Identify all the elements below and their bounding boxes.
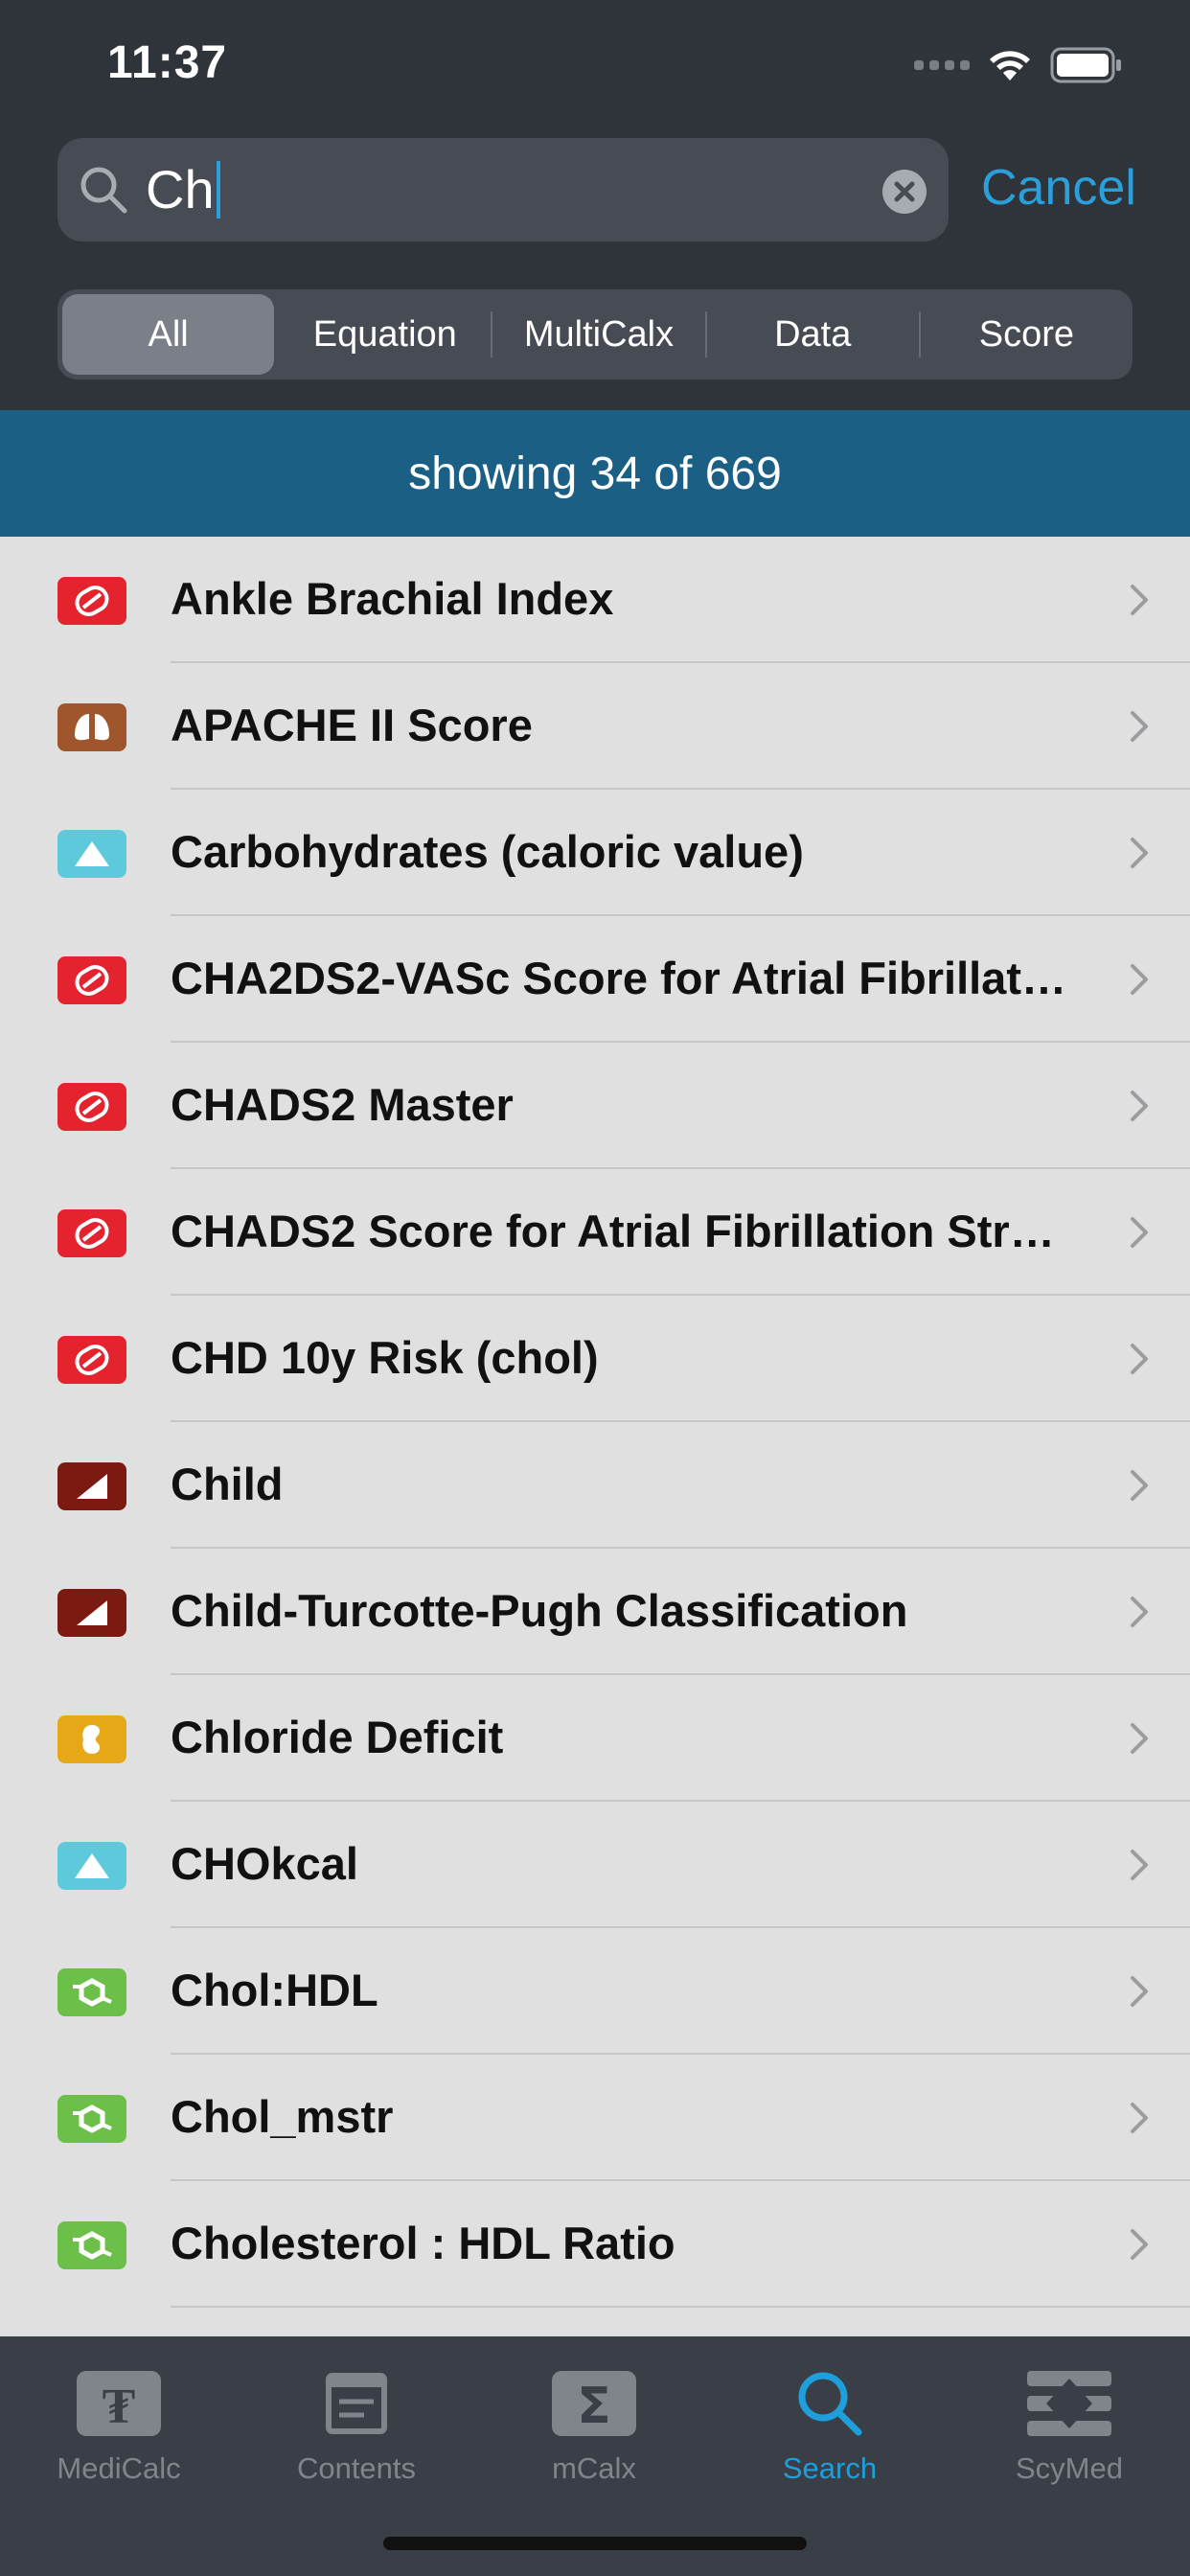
list-item-label: Carbohydrates (caloric value) (171, 826, 804, 877)
segment-data[interactable]: Data (707, 294, 919, 375)
list-item-label: Child-Turcotte-Pugh Classification (171, 1585, 908, 1636)
heart-icon (57, 577, 126, 625)
tab-contents[interactable]: Contents (261, 2356, 452, 2499)
kidney-icon (57, 1715, 126, 1763)
segment-score[interactable]: Score (921, 294, 1133, 375)
liver-icon (57, 1589, 126, 1637)
liver-icon (57, 1462, 126, 1510)
list-item[interactable]: CHADS2 Master (0, 1043, 1190, 1169)
tab-label: MediCalc (57, 2451, 181, 2485)
svg-text:Σ: Σ (577, 2378, 611, 2435)
list-item-label: APACHE II Score (171, 700, 533, 750)
list-item-label: CHD 10y Risk (chol) (171, 1332, 599, 1383)
tab-label: Contents (296, 2451, 417, 2485)
cancel-button[interactable]: Cancel (981, 153, 1136, 222)
chevron-right-icon (1129, 1342, 1152, 1381)
wifi-icon (987, 48, 1033, 82)
list-item[interactable]: Cholesterol : HDL Ratio (0, 2181, 1190, 2308)
chevron-right-icon (1129, 2227, 1152, 2266)
text-caret (216, 161, 220, 218)
sigma-icon: Σ (550, 2356, 638, 2451)
tab-mcalx[interactable]: Σ mCalx (498, 2356, 690, 2499)
list-item-label: Chol:HDL (171, 1965, 378, 2015)
list-item[interactable]: Child-Turcotte-Pugh Classification (0, 1549, 1190, 1675)
chevron-right-icon (1129, 1089, 1152, 1128)
lungs-icon (57, 703, 126, 751)
segment-multicalx[interactable]: MultiCalx (492, 294, 704, 375)
chevron-right-icon (1129, 1595, 1152, 1634)
triangle-icon (57, 1842, 126, 1890)
list-item[interactable]: Chloride Deficit (0, 1675, 1190, 1802)
status-indicators (914, 46, 1123, 84)
row-separator (171, 2306, 1190, 2308)
search-input[interactable]: Ch (146, 155, 874, 224)
chevron-right-icon (1129, 709, 1152, 748)
triangle-icon (57, 830, 126, 878)
chevron-right-icon (1129, 836, 1152, 875)
svg-text:₮: ₮ (103, 2380, 136, 2434)
list-item[interactable]: Carbohydrates (caloric value) (0, 790, 1190, 916)
heart-icon (57, 956, 126, 1004)
search-icon (793, 2356, 866, 2451)
list-item[interactable]: APACHE II Score (0, 663, 1190, 790)
segment-equation[interactable]: Equation (279, 294, 491, 375)
list-item[interactable]: Child (0, 1422, 1190, 1549)
list-item[interactable]: CHADS2 Score for Atrial Fibrillation Str… (0, 1169, 1190, 1296)
scymed-icon (1025, 2356, 1113, 2451)
list-item-label: Ankle Brachial Index (171, 573, 614, 624)
search-icon (77, 163, 130, 221)
heart-icon (57, 1209, 126, 1257)
list-item-label: CHADS2 Master (171, 1079, 514, 1130)
search-field[interactable]: Ch (57, 138, 949, 242)
filter-segmented-control: All Equation MultiCalx Data Score (57, 289, 1133, 380)
molecule-icon (57, 1968, 126, 2016)
header: 11:37 Ch Cancel All Equation MultiCalx D… (0, 0, 1190, 410)
list-item-label: CHADS2 Score for Atrial Fibrillation Str… (171, 1206, 1055, 1256)
chevron-right-icon (1129, 1468, 1152, 1507)
chevron-right-icon (1129, 1721, 1152, 1760)
status-time: 11:37 (107, 37, 228, 88)
chevron-right-icon (1129, 1215, 1152, 1254)
tab-search[interactable]: Search (734, 2356, 926, 2499)
tab-scymed[interactable]: ScyMed (973, 2356, 1165, 2499)
molecule-icon (57, 2095, 126, 2143)
list-item-label: Cholesterol : HDL Ratio (171, 2218, 675, 2268)
list-item-label: Child (171, 1459, 284, 1509)
list-item[interactable]: CHA2DS2-VASc Score for Atrial Fibrillat… (0, 916, 1190, 1043)
chevron-right-icon (1129, 1848, 1152, 1887)
list-item-label: CHA2DS2-VASc Score for Atrial Fibrillat… (171, 953, 1066, 1003)
list-item-label: Chloride Deficit (171, 1712, 504, 1762)
list-item[interactable]: Ankle Brachial Index (0, 537, 1190, 663)
home-indicator (383, 2537, 807, 2550)
chevron-right-icon (1129, 1974, 1152, 2013)
results-list: Ankle Brachial Index APACHE II Score Car… (0, 537, 1190, 2308)
tab-label: ScyMed (1016, 2451, 1123, 2485)
list-item-label: CHOkcal (171, 1838, 358, 1889)
contents-icon (326, 2356, 387, 2451)
list-item[interactable]: CHD 10y Risk (chol) (0, 1296, 1190, 1422)
list-item[interactable]: Chol:HDL (0, 1928, 1190, 2055)
heart-icon (57, 1083, 126, 1131)
chevron-right-icon (1129, 962, 1152, 1001)
heart-icon (57, 1336, 126, 1384)
battery-icon (1050, 47, 1123, 83)
chevron-right-icon (1129, 583, 1152, 622)
tab-label: mCalx (552, 2451, 636, 2485)
list-item[interactable]: CHOkcal (0, 1802, 1190, 1928)
list-item-label: Chol_mstr (171, 2091, 394, 2142)
tab-medicalc[interactable]: ₮ MediCalc (23, 2356, 215, 2499)
molecule-icon (57, 2221, 126, 2269)
medicalc-icon: ₮ (75, 2356, 163, 2451)
clear-search-icon[interactable] (881, 169, 927, 219)
segment-all[interactable]: All (62, 294, 275, 375)
chevron-right-icon (1129, 2101, 1152, 2140)
list-item[interactable]: Chol_mstr (0, 2055, 1190, 2181)
tab-label: Search (782, 2451, 878, 2485)
cellular-signal-icon (914, 60, 970, 70)
search-query: Ch (146, 159, 215, 219)
results-count-banner: showing 34 of 669 (0, 410, 1190, 537)
